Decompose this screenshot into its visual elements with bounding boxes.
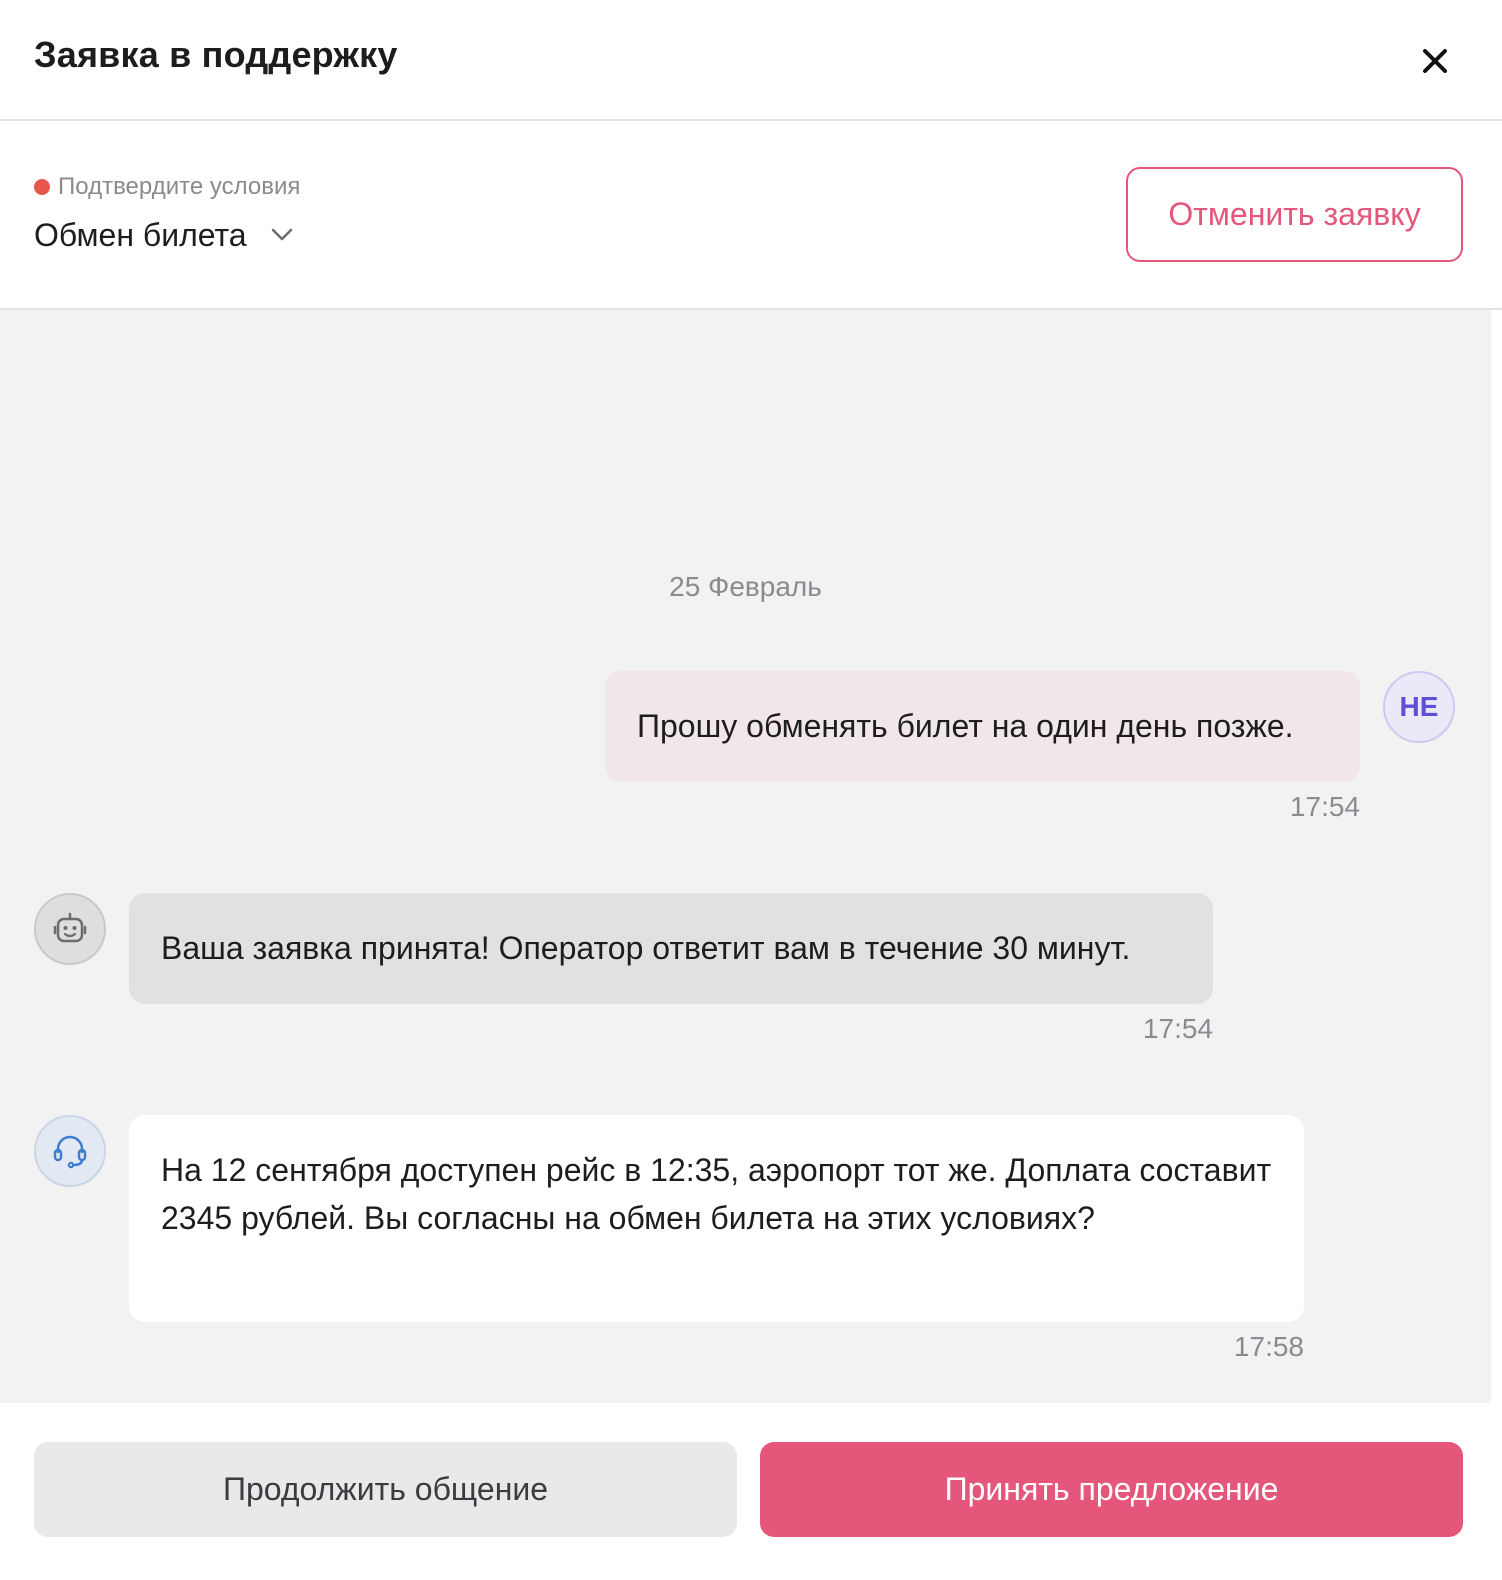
message-text: Ваша заявка принята! Оператор ответит ва… bbox=[161, 930, 1131, 966]
headset-icon bbox=[53, 1135, 87, 1169]
support-request-dialog: Заявка в поддержку Подтвердите условия О… bbox=[0, 0, 1502, 1580]
accept-offer-button[interactable]: Принять предложение bbox=[760, 1442, 1463, 1537]
date-separator: 25 Февраль bbox=[669, 571, 822, 602]
dialog-title: Заявка в поддержку bbox=[34, 34, 398, 75]
chevron-down-icon bbox=[271, 228, 293, 242]
user-message: Прошу обменять билет на один день позже. bbox=[605, 671, 1360, 782]
operator-avatar bbox=[34, 1115, 106, 1187]
bot-avatar bbox=[34, 893, 106, 965]
status-dot bbox=[34, 179, 50, 195]
message-time: 17:54 bbox=[1142, 1013, 1213, 1044]
operator-message: На 12 сентября доступен рейс в 12:35, аэ… bbox=[129, 1115, 1304, 1322]
topic-dropdown[interactable]: Обмен билета bbox=[34, 212, 293, 258]
close-button[interactable] bbox=[1412, 38, 1458, 84]
cancel-request-button[interactable]: Отменить заявку bbox=[1126, 167, 1463, 262]
message-time: 17:58 bbox=[1233, 1331, 1304, 1362]
chat-scrollbar[interactable] bbox=[1491, 310, 1502, 1403]
message-time: 17:54 bbox=[1289, 791, 1360, 822]
robot-icon bbox=[53, 912, 87, 943]
message-text: На 12 сентября доступен рейс в 12:35, аэ… bbox=[161, 1152, 1272, 1236]
dialog-header: Заявка в поддержку bbox=[0, 0, 1502, 121]
topic-value: Обмен билета bbox=[34, 216, 247, 253]
close-icon bbox=[1423, 49, 1447, 73]
status-label: Подтвердите условия bbox=[58, 173, 301, 200]
bot-message: Ваша заявка принята! Оператор ответит ва… bbox=[129, 893, 1213, 1004]
user-avatar: НЕ bbox=[1383, 671, 1455, 743]
continue-chat-button[interactable]: Продолжить общение bbox=[34, 1442, 737, 1537]
message-text: Прошу обменять билет на один день позже. bbox=[637, 708, 1294, 744]
